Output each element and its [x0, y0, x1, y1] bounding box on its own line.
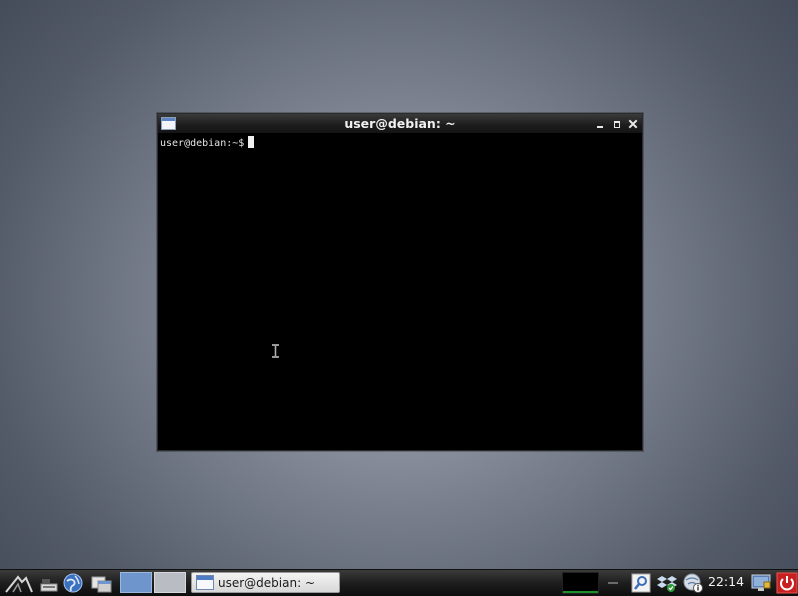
terminal-area[interactable]: user@debian:~$	[160, 136, 642, 450]
network-icon[interactable]	[682, 572, 704, 594]
web-browser-icon[interactable]	[62, 572, 84, 594]
lock-screen-icon[interactable]	[750, 572, 772, 594]
file-manager-icon[interactable]	[38, 572, 60, 594]
minimize-button[interactable]	[594, 118, 606, 130]
cpu-usage-trace	[563, 591, 598, 593]
taskbar-terminal-button[interactable]: user@debian: ~	[191, 572, 340, 593]
desktop-background: user@debian: ~ user@debian:~$	[0, 0, 798, 569]
dropbox-icon[interactable]	[656, 572, 678, 594]
window-title: user@debian: ~	[344, 116, 456, 131]
close-button[interactable]	[627, 118, 639, 130]
terminal-task-icon	[196, 575, 214, 590]
task-label: user@debian: ~	[218, 576, 315, 590]
window-titlebar[interactable]: user@debian: ~	[158, 114, 642, 134]
tray-separator	[608, 582, 618, 584]
desktop-switcher-2[interactable]	[154, 572, 186, 593]
lxde-menu-icon[interactable]	[4, 572, 34, 594]
show-desktop-icon[interactable]	[90, 572, 114, 594]
search-icon[interactable]	[630, 572, 652, 594]
close-icon	[628, 119, 638, 129]
maximize-button[interactable]	[611, 118, 623, 130]
desktop-switcher-1[interactable]	[120, 572, 152, 593]
shell-prompt: user@debian:~$	[160, 138, 245, 149]
cpu-monitor[interactable]	[562, 572, 599, 594]
prompt-line: user@debian:~$	[160, 136, 642, 151]
terminal-window[interactable]: user@debian: ~ user@debian:~$	[157, 113, 643, 451]
taskbar: user@debian: ~ 22:14	[0, 569, 798, 596]
power-icon[interactable]	[776, 572, 798, 594]
text-cursor	[248, 136, 255, 148]
clock[interactable]: 22:14	[708, 574, 744, 590]
mouse-ibeam-cursor-icon	[272, 344, 279, 358]
